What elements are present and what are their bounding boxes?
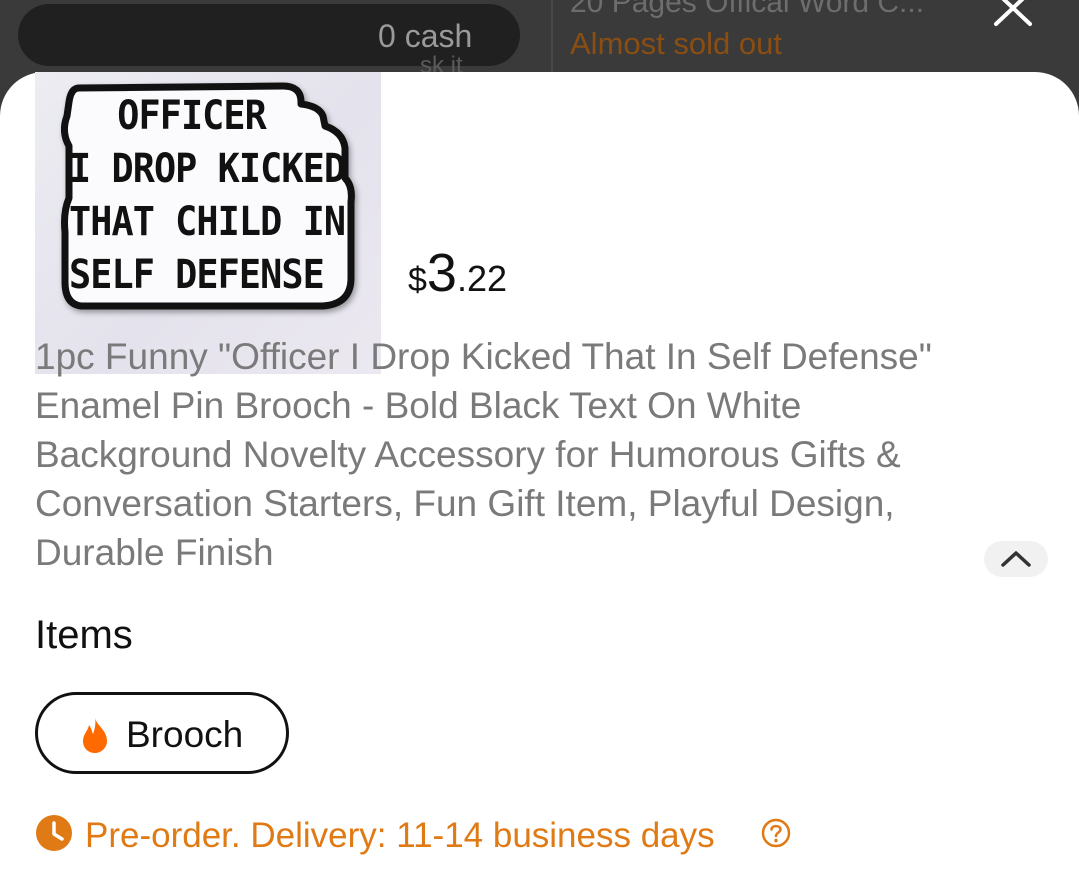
pin-text-line: I DROP KICKED (69, 146, 346, 192)
close-button[interactable] (988, 0, 1038, 30)
product-title: 1pc Funny "Officer I Drop Kicked That In… (35, 336, 932, 573)
close-icon (994, 0, 1032, 26)
pin-text-line: THAT CHILD IN (69, 199, 346, 245)
background-product-title: 20 Pages Offical Word C... (570, 0, 925, 19)
pin-text-line: OFFICER (117, 93, 267, 139)
fire-icon (83, 718, 107, 753)
collapse-title-button[interactable] (984, 541, 1048, 577)
clock-icon (36, 815, 72, 851)
background-pill-text: 0 cash (378, 18, 473, 54)
product-image[interactable]: OFFICER I DROP KICKED THAT CHILD IN SELF… (35, 72, 381, 374)
chevron-up-icon (1001, 551, 1031, 567)
item-option-brooch[interactable]: Brooch (35, 692, 289, 774)
product-price: $3.22 (408, 242, 507, 304)
items-heading: Items (35, 613, 133, 657)
price-currency: $ (408, 261, 427, 299)
delivery-text: Pre-order. Delivery: 11-14 business days (85, 816, 715, 855)
item-option-label: Brooch (126, 714, 244, 755)
price-decimal: .22 (456, 258, 508, 299)
price-integer: 3 (426, 243, 457, 303)
help-icon[interactable] (761, 818, 791, 848)
pin-text-line: SELF DEFENSE (69, 252, 325, 298)
background-stock-status: Almost sold out (570, 26, 782, 61)
pin-text: OFFICER I DROP KICKED THAT CHILD IN SELF… (69, 90, 381, 302)
product-options-sheet: OFFICER I DROP KICKED THAT CHILD IN SELF… (0, 72, 1079, 891)
